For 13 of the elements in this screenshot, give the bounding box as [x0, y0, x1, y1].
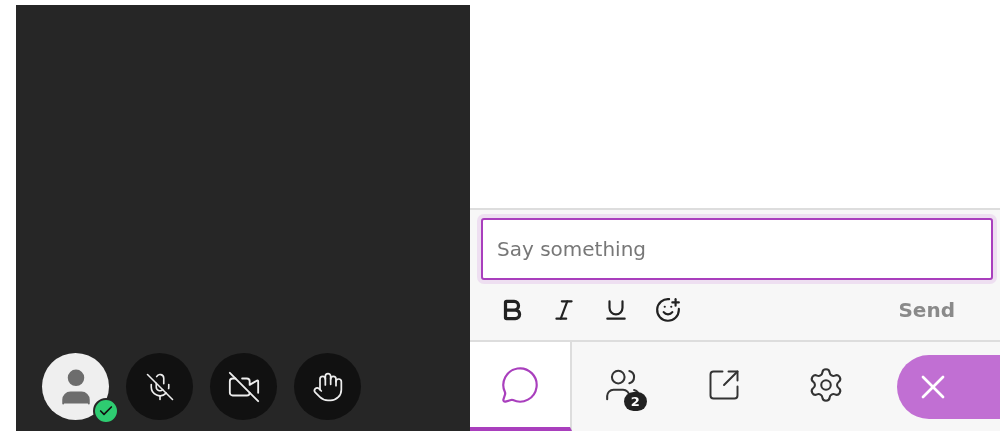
microphone-off-icon: [144, 371, 175, 402]
emoji-button[interactable]: [655, 297, 681, 323]
raised-hand-icon: [311, 370, 344, 403]
underline-button[interactable]: [603, 297, 629, 323]
count-badge: 2: [623, 392, 647, 411]
camera-off-icon: [226, 369, 261, 404]
chat-bubble-icon: [499, 364, 540, 405]
chat-input-field[interactable]: Say something: [481, 218, 993, 280]
chat-tab[interactable]: [470, 342, 572, 431]
underline-icon: [603, 297, 629, 323]
emoji-icon: [655, 297, 681, 323]
participants-tab[interactable]: 2: [571, 342, 674, 431]
close-button[interactable]: [896, 354, 1000, 419]
